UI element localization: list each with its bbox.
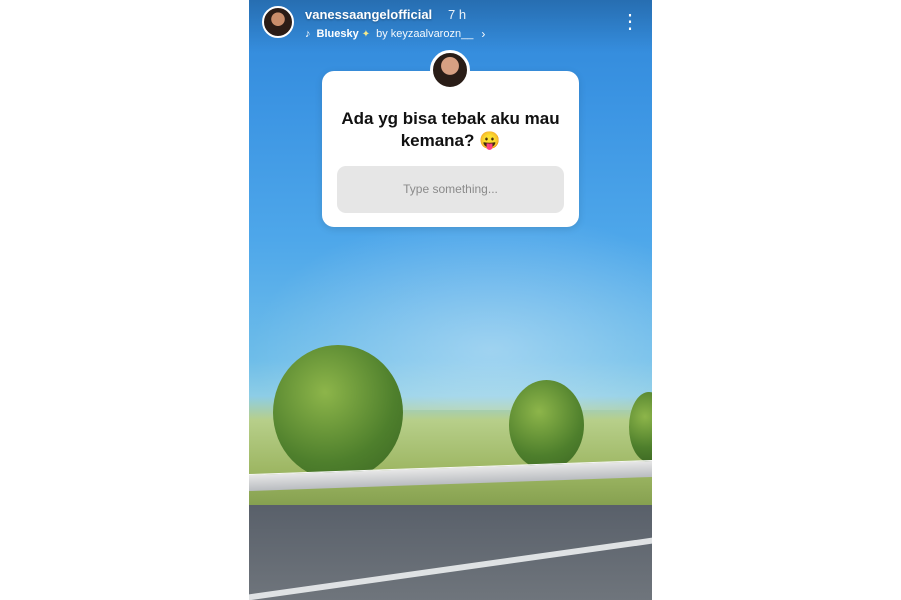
music-note-icon: ♪ bbox=[305, 28, 311, 40]
tree-left bbox=[273, 345, 403, 480]
sparkle-icon: ✦ bbox=[361, 28, 371, 40]
tree-middle bbox=[509, 380, 584, 470]
username[interactable]: vanessaangelofficial bbox=[305, 7, 432, 22]
tongue-emoji-icon: 😛 bbox=[479, 131, 501, 150]
question-avatar bbox=[430, 50, 470, 90]
more-options-icon[interactable]: ⋮ bbox=[620, 10, 640, 34]
story-time: 7 h bbox=[448, 7, 467, 22]
profile-avatar[interactable] bbox=[262, 6, 294, 38]
artist-label: by keyzaalvarozn__ bbox=[376, 28, 474, 40]
question-line: Ada yg bisa tebak aku mau kemana? bbox=[341, 109, 560, 150]
music-attribution[interactable]: ♪ Bluesky ✦ by keyzaalvarozn__ › bbox=[305, 26, 485, 42]
answer-input[interactable]: Type something... bbox=[337, 166, 564, 213]
question-text: Ada yg bisa tebak aku mau kemana? 😛 bbox=[330, 108, 571, 152]
chevron-right-icon: › bbox=[481, 27, 486, 41]
song-title: Bluesky bbox=[316, 28, 359, 40]
